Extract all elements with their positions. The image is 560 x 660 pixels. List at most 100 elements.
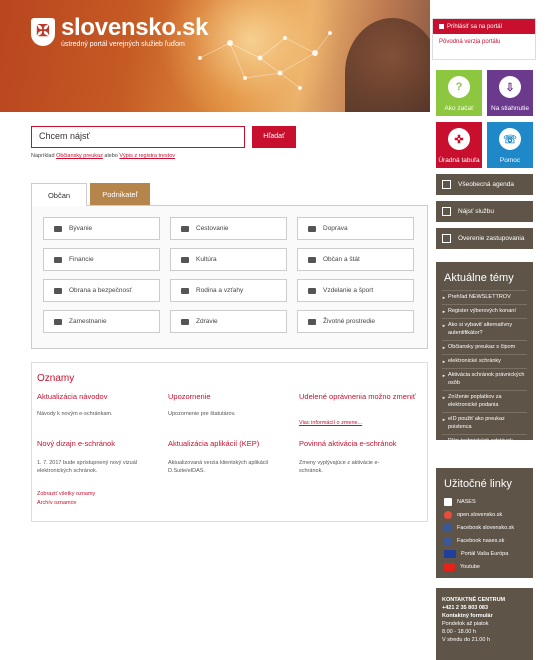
facebook-icon <box>444 524 452 532</box>
news-item-title[interactable]: Upozornenie <box>168 392 288 401</box>
network-graphic <box>198 31 332 90</box>
lock-icon <box>439 24 444 29</box>
useful-links-panel: Užitočné linky NASES open.slovensko.sk F… <box>436 468 533 578</box>
contact-days: Pondelok až piatok <box>442 621 489 627</box>
topics-list: Prehľad NEWSLETTROV Register výberových … <box>436 290 533 448</box>
tile-na-stiahnutie[interactable]: ⇩ Na stiahnutie <box>487 70 533 116</box>
overenie-zastupovania-button[interactable]: Overenie zastupovania <box>436 228 533 249</box>
right-sidebar: Prihlásiť sa na portál Pôvodná verzia po… <box>432 0 560 660</box>
topic-item[interactable]: Ako si vybaviť alternatívny autentifikát… <box>442 318 527 340</box>
music-icon <box>181 256 189 263</box>
arrow-box-icon <box>442 207 451 216</box>
news-item-title[interactable]: Aktualizácia aplikácií (KEP) <box>168 439 292 448</box>
news-item-text: Návody k novým e-schránkam. <box>37 411 113 417</box>
category-doprava[interactable]: Doprava <box>297 217 414 240</box>
car-icon <box>308 225 316 232</box>
topic-item[interactable]: Aktivácia schránok právnických osôb <box>442 368 527 390</box>
noticeboard-icon: ✜ <box>448 128 470 150</box>
shield-icon <box>54 287 62 294</box>
topic-item[interactable]: Občiansky preukaz s čipom <box>442 340 527 354</box>
topics-panel: Aktuálne témy Prehľad NEWSLETTROV Regist… <box>436 262 533 446</box>
leaf-icon <box>308 318 316 325</box>
tab-podnikatel[interactable]: Podnikateľ <box>90 183 150 206</box>
facebook-icon <box>444 537 452 545</box>
news-item-title[interactable]: Udelené oprávnenia možno zmeniť <box>299 392 419 401</box>
download-icon: ⇩ <box>499 76 521 98</box>
login-button[interactable]: Prihlásiť sa na portál <box>433 19 535 35</box>
link-facebook-nases[interactable]: Facebook nases.sk <box>444 535 525 548</box>
all-news-link[interactable]: Zobraziť všetky oznamy <box>37 490 95 499</box>
open-slovensko-icon <box>444 511 452 519</box>
health-icon <box>181 318 189 325</box>
news-panel: Oznamy Aktualizácia návodov Návody k nov… <box>31 362 428 522</box>
topics-title: Aktuálne témy <box>444 272 514 284</box>
people-icon <box>308 256 316 263</box>
logo-subtitle: ústredný portál verejných služieb ľuďom <box>61 41 185 48</box>
slovak-crest-icon[interactable]: ✠ <box>31 18 55 46</box>
news-archive-link[interactable]: Archív oznamov <box>37 499 76 508</box>
news-item-title[interactable]: Nový dizajn e-schránok <box>37 439 161 448</box>
news-item-title[interactable]: Aktualizácia návodov <box>37 392 157 401</box>
news-item-text: 1. 7. 2017 bude sprístupnený nový vizuál… <box>37 460 137 474</box>
eu-flag-icon <box>444 550 456 558</box>
topic-item[interactable]: Prehľad NEWSLETTROV <box>442 290 527 304</box>
search-input[interactable]: Chcem nájsť <box>31 126 245 148</box>
link-vasa-europa[interactable]: Portál Vaša Európa <box>444 548 525 561</box>
logo-title[interactable]: slovensko.sk <box>61 14 208 42</box>
news-more-link[interactable]: Viac informácií o zmene... <box>299 420 362 426</box>
question-icon: ? <box>448 76 470 98</box>
category-cestovanie[interactable]: Cestovanie <box>170 217 287 240</box>
link-youtube[interactable]: Youtube <box>444 561 525 574</box>
tile-ako-zacat[interactable]: ? Ako začať <box>436 70 482 116</box>
useful-links-title: Užitočné linky <box>444 478 512 490</box>
useful-links-list: NASES open.slovensko.sk Facebook slovens… <box>436 496 533 574</box>
category-vzdelanie[interactable]: Vzdelanie a šport <box>297 279 414 302</box>
contact-wednesday: V stredu do 21.00 h <box>442 637 491 643</box>
news-item-text: Aktualizovaná verzia klientských aplikác… <box>168 460 269 474</box>
category-zamestnanie[interactable]: Zamestnanie <box>43 310 160 333</box>
najst-sluzbu-button[interactable]: Nájsť službu <box>436 201 533 222</box>
search-hint: Napríklad Občiansky preukaz alebo Výpis … <box>31 153 176 159</box>
vseobecna-agenda-button[interactable]: Všeobecná agenda <box>436 174 533 195</box>
category-rodina[interactable]: Rodina a vzťahy <box>170 279 287 302</box>
hero-banner: ✠ slovensko.sk ústredný portál verejných… <box>0 0 430 112</box>
youtube-icon <box>444 563 455 571</box>
tile-pomoc[interactable]: ☏ Pomoc <box>487 122 533 168</box>
hint-link-vypis-registra[interactable]: Výpis z registra trestov <box>119 153 175 159</box>
categories-panel: Bývanie Cestovanie Doprava Financie Kult… <box>31 205 428 349</box>
graduation-cap-icon <box>308 287 316 294</box>
nases-icon <box>444 498 452 506</box>
news-item-text: Upozornenie pre štatutárov. <box>168 411 236 417</box>
link-facebook-slovensko[interactable]: Facebook slovensko.sk <box>444 522 525 535</box>
category-byvanie[interactable]: Bývanie <box>43 217 160 240</box>
category-zdravie[interactable]: Zdravie <box>170 310 287 333</box>
tile-uradna-tabula[interactable]: ✜ Úradná tabuľa <box>436 122 482 168</box>
signpost-icon <box>181 225 189 232</box>
category-zivotne-prostredie[interactable]: Životné prostredie <box>297 310 414 333</box>
topic-item[interactable]: eID použiť ako preukaz poistenca <box>442 412 527 434</box>
hero-person-silhouette <box>345 18 430 112</box>
arrow-box-icon <box>442 180 451 189</box>
link-nases[interactable]: NASES <box>444 496 525 509</box>
category-obcan-a-stat[interactable]: Občan a štát <box>297 248 414 271</box>
contact-panel: KONTAKTNÉ CENTRUM +421 2 35 803 083 Kont… <box>436 588 533 660</box>
family-icon <box>181 287 189 294</box>
topic-item[interactable]: Plán technických odstávok <box>442 434 527 448</box>
category-obrana[interactable]: Obrana a bezpečnosť <box>43 279 160 302</box>
topic-item[interactable]: elektronické schránky <box>442 354 527 368</box>
topic-item[interactable]: Zníženie poplatkov za elektronické podan… <box>442 390 527 412</box>
briefcase-icon <box>54 318 62 325</box>
news-item-title[interactable]: Povinná aktivácia e-schránok <box>299 439 423 448</box>
category-kultura[interactable]: Kultúra <box>170 248 287 271</box>
link-open-slovensko[interactable]: open.slovensko.sk <box>444 509 525 522</box>
news-title: Oznamy <box>37 373 75 384</box>
topic-item[interactable]: Register výberových konaní <box>442 304 527 318</box>
contact-phone[interactable]: +421 2 35 803 083 <box>442 604 527 612</box>
category-financie[interactable]: Financie <box>43 248 160 271</box>
hint-link-obciansky-preukaz[interactable]: Občiansky preukaz <box>56 153 103 159</box>
search-button[interactable]: Hľadať <box>252 126 296 148</box>
contact-hours: 8.00 - 18.00 h <box>442 629 476 635</box>
contact-form-link[interactable]: Kontaktný formulár <box>442 612 527 620</box>
original-portal-link[interactable]: Pôvodná verzia portálu <box>433 34 535 50</box>
tab-obcan[interactable]: Občan <box>31 183 87 206</box>
